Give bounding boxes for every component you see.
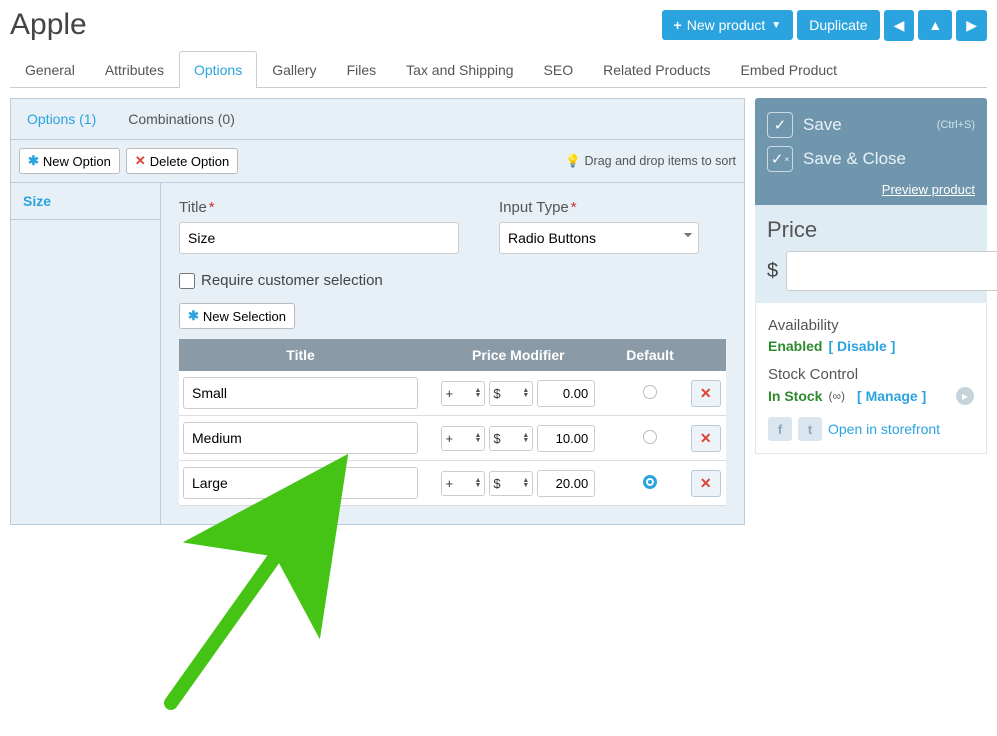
delete-row-button[interactable]: ✕	[691, 470, 721, 497]
tab-options[interactable]: Options	[179, 51, 257, 88]
check-icon: ✓	[767, 112, 793, 138]
input-type-select[interactable]: Radio Buttons	[499, 222, 699, 254]
twitter-icon[interactable]: t	[798, 417, 822, 441]
delete-option-button[interactable]: ✕Delete Option	[126, 148, 238, 174]
default-radio[interactable]	[643, 385, 657, 399]
stock-heading: Stock Control	[768, 366, 974, 383]
table-row: +▲▼ $▲▼ ✕	[179, 416, 726, 461]
save-close-button[interactable]: ✓× Save & Close	[767, 142, 975, 176]
selection-title-input[interactable]	[183, 422, 418, 454]
arrow-right-icon: ▶	[966, 17, 977, 34]
duplicate-button[interactable]: Duplicate	[797, 10, 879, 40]
tab-gallery[interactable]: Gallery	[257, 51, 331, 88]
tab-tax-and-shipping[interactable]: Tax and Shipping	[391, 51, 528, 88]
price-input[interactable]	[786, 251, 997, 291]
tab-related-products[interactable]: Related Products	[588, 51, 725, 88]
nav-back-button[interactable]: ◀	[884, 10, 915, 41]
chevron-right-icon: ▸	[962, 389, 968, 403]
currency-stepper[interactable]: $▲▼	[489, 381, 533, 406]
price-mod-input[interactable]	[537, 470, 595, 497]
tab-files[interactable]: Files	[332, 51, 392, 88]
default-radio[interactable]	[643, 475, 657, 489]
subtab-combinations[interactable]: Combinations (0)	[112, 99, 251, 139]
tab-embed-product[interactable]: Embed Product	[726, 51, 853, 88]
require-selection-checkbox[interactable]	[179, 273, 195, 289]
selection-title-input[interactable]	[183, 377, 418, 409]
option-title-input[interactable]	[179, 222, 459, 254]
table-row: +▲▼ $▲▼ ✕	[179, 371, 726, 416]
arrow-up-icon: ▲	[928, 17, 942, 33]
stock-more-button[interactable]: ▸	[956, 387, 974, 405]
subtab-options[interactable]: Options (1)	[11, 99, 112, 139]
col-price-modifier: Price Modifier	[422, 339, 614, 371]
open-storefront-link[interactable]: Open in storefront	[828, 421, 940, 437]
price-heading: Price	[767, 217, 975, 243]
currency-stepper[interactable]: $▲▼	[489, 471, 533, 496]
nav-forward-button[interactable]: ▶	[956, 10, 987, 41]
save-shortcut: (Ctrl+S)	[937, 119, 975, 131]
chevron-down-icon: ▼	[771, 20, 781, 31]
price-mod-input[interactable]	[537, 380, 595, 407]
currency-symbol: $	[767, 260, 778, 283]
tab-general[interactable]: General	[10, 51, 90, 88]
stock-status: In Stock	[768, 388, 822, 404]
facebook-icon[interactable]: f	[768, 417, 792, 441]
stock-qty: (∞)	[828, 389, 845, 403]
col-default: Default	[615, 339, 686, 371]
operator-stepper[interactable]: +▲▼	[441, 381, 485, 406]
title-label: Title*	[179, 199, 459, 216]
price-mod-input[interactable]	[537, 425, 595, 452]
currency-stepper[interactable]: $▲▼	[489, 426, 533, 451]
drag-hint: 💡Drag and drop items to sort	[565, 154, 736, 169]
x-icon: ✕	[135, 153, 146, 169]
new-selection-button[interactable]: ✱New Selection	[179, 303, 295, 329]
operator-stepper[interactable]: +▲▼	[441, 471, 485, 496]
arrow-left-icon: ◀	[894, 17, 905, 34]
preview-product-link[interactable]: Preview product	[767, 176, 975, 199]
tab-attributes[interactable]: Attributes	[90, 51, 179, 88]
delete-row-button[interactable]: ✕	[691, 380, 721, 407]
disable-link[interactable]: [ Disable ]	[828, 338, 895, 354]
tab-seo[interactable]: SEO	[529, 51, 589, 88]
plus-icon: +	[674, 17, 682, 33]
new-option-button[interactable]: ✱New Option	[19, 148, 120, 174]
check-close-icon: ✓×	[767, 146, 793, 172]
delete-row-button[interactable]: ✕	[691, 425, 721, 452]
require-selection-label: Require customer selection	[201, 272, 383, 289]
nav-up-button[interactable]: ▲	[918, 10, 952, 40]
asterisk-icon: ✱	[28, 153, 39, 169]
availability-heading: Availability	[768, 317, 974, 334]
default-radio[interactable]	[643, 430, 657, 444]
new-product-button[interactable]: + New product ▼	[662, 10, 794, 40]
input-type-label: Input Type*	[499, 199, 699, 216]
availability-status: Enabled	[768, 338, 822, 354]
asterisk-icon: ✱	[188, 308, 199, 324]
col-title: Title	[179, 339, 422, 371]
operator-stepper[interactable]: +▲▼	[441, 426, 485, 451]
selection-title-input[interactable]	[183, 467, 418, 499]
page-title: Apple	[10, 8, 658, 42]
save-button[interactable]: ✓ Save (Ctrl+S)	[767, 108, 975, 142]
option-list-item[interactable]: Size	[11, 183, 160, 220]
lightbulb-icon: 💡	[565, 154, 581, 169]
table-row: +▲▼ $▲▼ ✕	[179, 461, 726, 506]
manage-stock-link[interactable]: [ Manage ]	[857, 388, 926, 404]
